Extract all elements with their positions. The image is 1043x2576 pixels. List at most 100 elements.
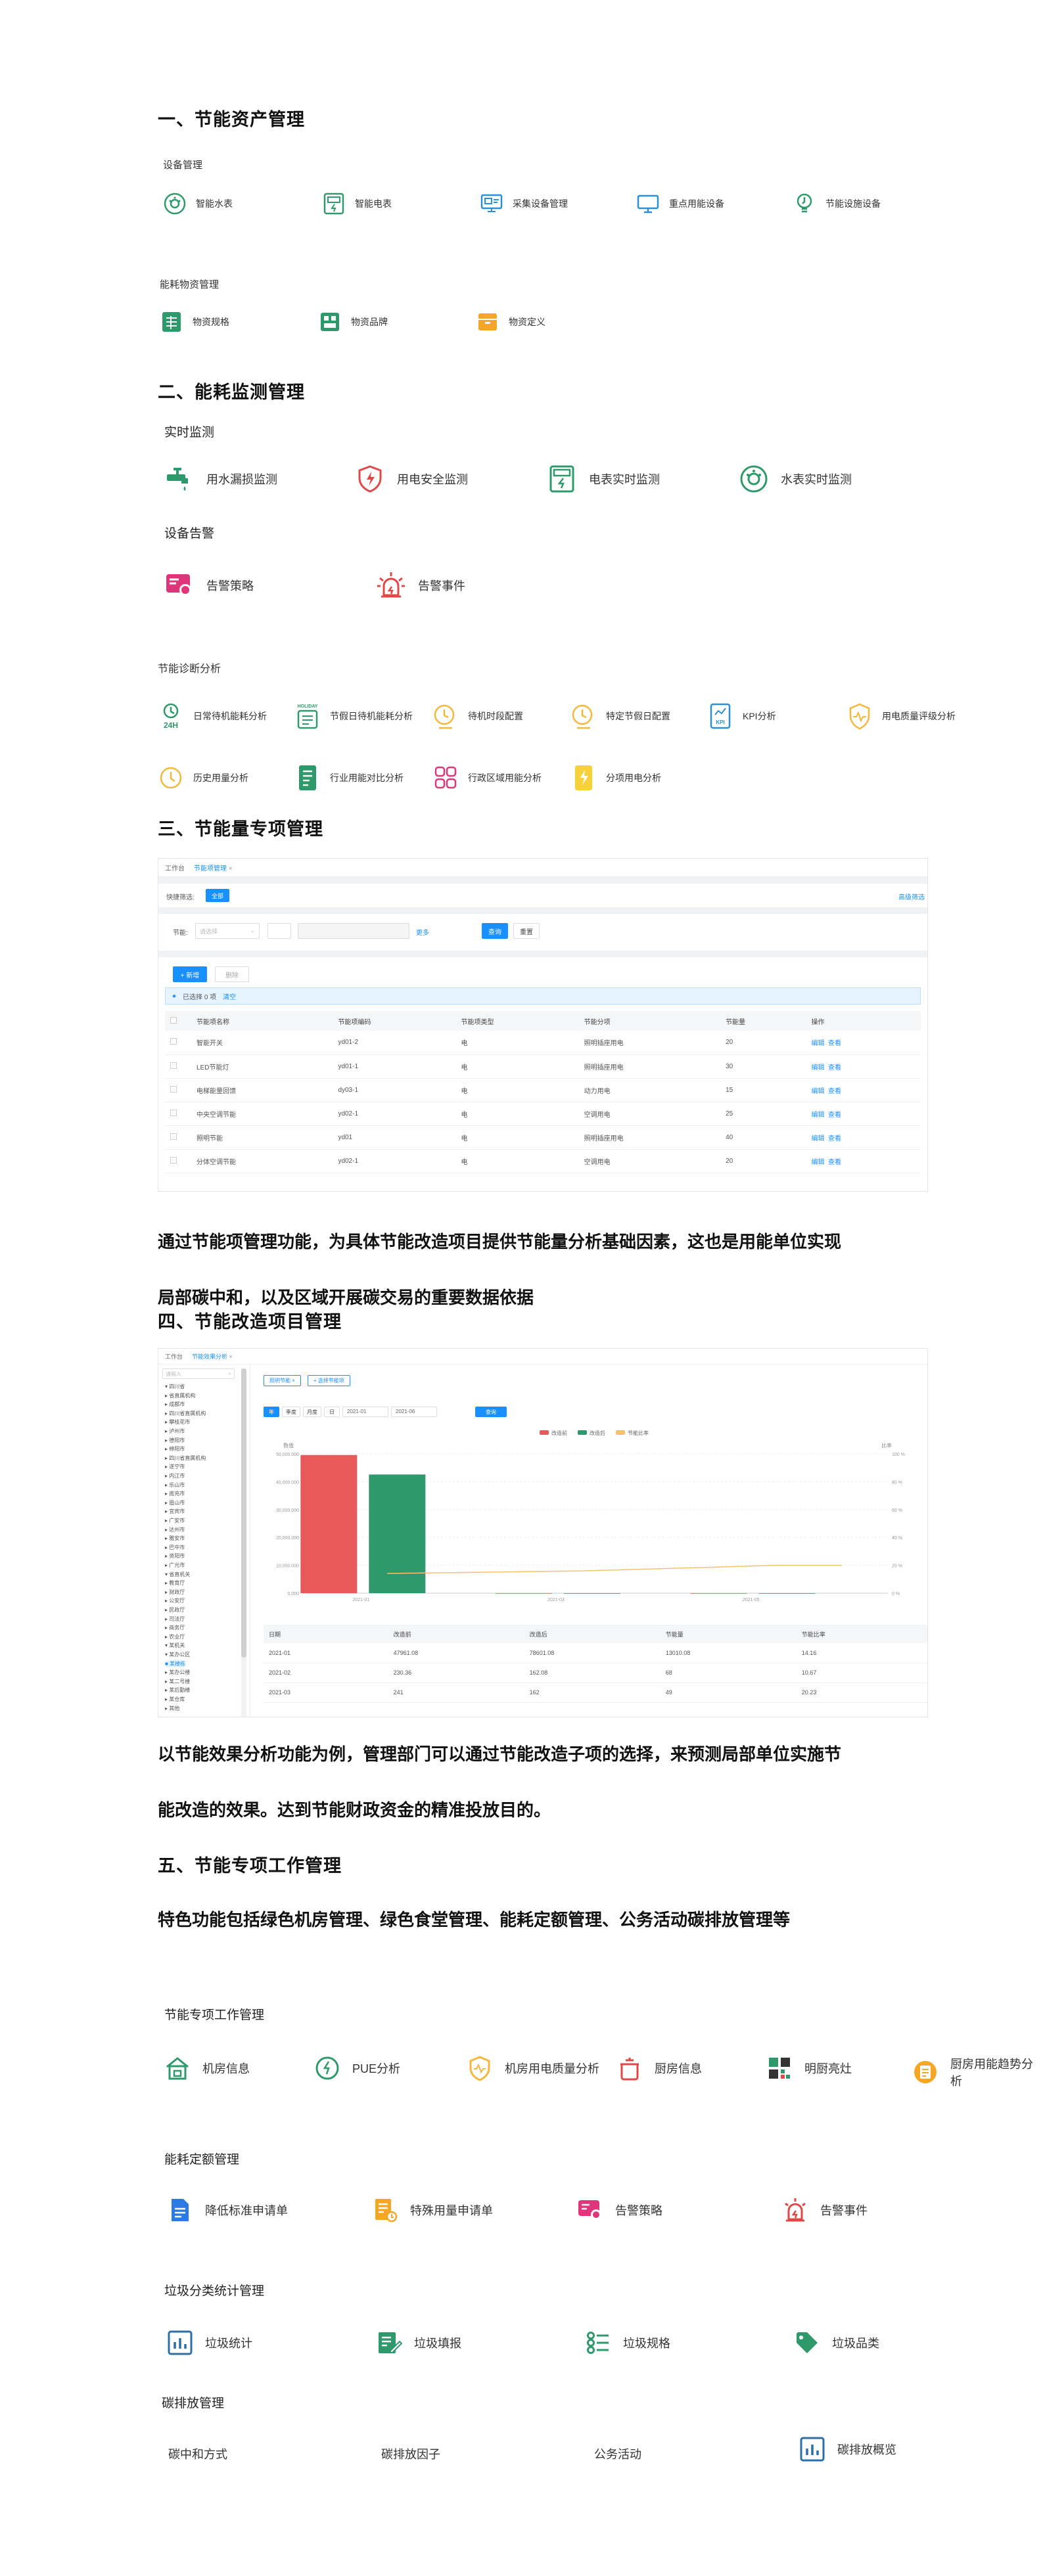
menu-item-standby-period[interactable]: 待机时段配置 [432, 702, 523, 731]
menu-item-kitchen-trend[interactable]: 厨房用能趋势分析 [912, 2055, 1043, 2089]
tree-node[interactable]: ▸ 眉山市 [165, 1499, 185, 1506]
more-link[interactable]: 更多 [416, 927, 429, 937]
menu-item-garbage-report[interactable]: 垃圾填报 [376, 2330, 461, 2356]
row-checkbox[interactable] [165, 1078, 191, 1102]
tree-node[interactable]: ▸ 省直属机构 [165, 1392, 195, 1399]
close-icon[interactable]: × [229, 1353, 233, 1360]
tree-node[interactable]: ▸ 雅安市 [165, 1535, 185, 1542]
tree-node[interactable]: ▾ 四川省 [165, 1383, 185, 1390]
tree-node[interactable]: ▸ 四川省直属机构 [165, 1410, 206, 1417]
view-link[interactable]: 查看 [828, 1159, 841, 1166]
menu-item-kpi[interactable]: KPI KPI分析 [707, 702, 776, 731]
edit-link[interactable]: 编辑 [811, 1159, 824, 1166]
row-checkbox[interactable] [165, 1054, 191, 1079]
tree-node[interactable]: ▸ 资阳市 [165, 1552, 185, 1560]
menu-item-region-usage[interactable]: 行政区域用能分析 [432, 763, 542, 792]
checkbox-header[interactable] [165, 1011, 191, 1031]
tree-node[interactable]: ▸ 南充市 [165, 1490, 185, 1497]
tree-node[interactable]: ▸ 巴中市 [165, 1544, 185, 1551]
menu-item-lower-standard[interactable]: 降低标准申请单 [167, 2197, 288, 2223]
edit-link[interactable]: 编辑 [811, 1088, 824, 1095]
tree-node[interactable]: ▸ 农业厅 [165, 1633, 185, 1640]
advanced-filter-link[interactable]: 高级筛选 [898, 892, 925, 901]
tree-node[interactable]: ▸ 四川省直属机构 [165, 1455, 206, 1462]
tree-node[interactable]: ▸ 成都市 [165, 1401, 185, 1408]
view-link[interactable]: 查看 [828, 1040, 841, 1047]
tree-node[interactable]: ▸ 内江市 [165, 1472, 185, 1480]
menu-item-material-brand[interactable]: 物资品牌 [318, 310, 388, 334]
menu-item-pue[interactable]: PUE分析 [314, 2055, 400, 2081]
tab-saving-items[interactable]: 节能项管理 × [194, 863, 233, 872]
menu-item-key-equipment[interactable]: 重点用能设备 [636, 192, 724, 215]
menu-item-holiday-standby[interactable]: HOLIDAY 节假日待机能耗分析 [294, 702, 413, 731]
menu-item-room-power-quality[interactable]: 机房用电质量分析 [467, 2055, 599, 2081]
menu-item-alarm-event[interactable]: 告警事件 [376, 570, 465, 600]
edit-link[interactable]: 编辑 [811, 1135, 824, 1142]
tree-node[interactable]: ▾ 某办公区 [165, 1651, 190, 1658]
query-button[interactable]: 查询 [482, 923, 508, 939]
row-checkbox[interactable] [165, 1031, 191, 1055]
menu-item-garbage-spec[interactable]: 垃圾规格 [585, 2330, 670, 2356]
reset-button[interactable]: 重置 [513, 923, 540, 939]
menu-item-alarm-strategy-2[interactable]: 告警策略 [577, 2197, 662, 2223]
menu-item-subitem-electric[interactable]: 分项用电分析 [570, 763, 661, 792]
row-checkbox[interactable] [165, 1102, 191, 1126]
row-checkbox[interactable] [165, 1149, 191, 1173]
menu-item-server-room[interactable]: 机房信息 [164, 2055, 250, 2081]
tree-node[interactable]: ▸ 遂宁市 [165, 1463, 185, 1470]
table-row[interactable]: 照明节能 yd01 电照明插座用电 40 编辑 查看 [165, 1125, 921, 1150]
menu-item-electric-safety[interactable]: 用电安全监测 [355, 464, 468, 494]
menu-item-meter-realtime[interactable]: 电表实时监测 [547, 464, 660, 494]
menu-item-kitchen[interactable]: 厨房信息 [616, 2055, 702, 2081]
menu-item-collector[interactable]: 采集设备管理 [480, 192, 568, 215]
period-tab-month[interactable]: 月度 [303, 1407, 321, 1417]
menu-item-history-usage[interactable]: 历史用量分析 [158, 763, 248, 792]
tree-node[interactable]: ▸ 德阳市 [165, 1437, 185, 1444]
edit-link[interactable]: 编辑 [811, 1112, 824, 1119]
tree-node[interactable]: ▸ 其他 [165, 1705, 179, 1712]
filter-all-button[interactable]: 全部 [206, 889, 229, 902]
close-icon[interactable]: × [229, 865, 233, 872]
delete-button[interactable]: 删除 [215, 966, 249, 982]
tree-node[interactable]: ▸ 广安市 [165, 1517, 185, 1524]
menu-item-electric-meter[interactable]: 智能电表 [322, 192, 392, 215]
tab-workbench[interactable]: 工作台 [165, 1352, 183, 1361]
menu-item-daily-standby[interactable]: 24H 日常待机能耗分析 [158, 702, 267, 731]
period-tab-year[interactable]: 年 [264, 1407, 279, 1417]
menu-item-water-leak[interactable]: 用水漏损监测 [164, 464, 277, 494]
tree-node[interactable]: ▾ 省直机关 [165, 1571, 190, 1578]
menu-item-garbage-stats[interactable]: 垃圾统计 [167, 2330, 252, 2356]
scrollbar[interactable] [241, 1368, 246, 1717]
filter-select[interactable]: 请选择 ⌄ [195, 923, 260, 939]
table-row[interactable]: 中央空调节能 yd02-1 电空调用电 25 编辑 查看 [165, 1102, 921, 1126]
period-tab-quarter[interactable]: 季度 [282, 1407, 300, 1417]
period-tab-day[interactable]: 日 [324, 1407, 340, 1417]
menu-item-carbon-overview[interactable]: 碳排放概览 [799, 2436, 896, 2462]
query-button[interactable]: 查询 [475, 1407, 507, 1417]
edit-link[interactable]: 编辑 [811, 1064, 824, 1072]
add-item-button[interactable]: + 选择节能项 [307, 1375, 350, 1386]
end-date-input[interactable]: 2021-06 [391, 1407, 437, 1417]
start-date-input[interactable]: 2021-01 [342, 1407, 388, 1417]
menu-item-alarm-strategy[interactable]: 告警策略 [164, 570, 254, 600]
edit-link[interactable]: 编辑 [811, 1040, 824, 1047]
menu-item-carbon-factor[interactable]: 碳排放因子 [381, 2445, 440, 2462]
menu-item-industry-compare[interactable]: 行业用能对比分析 [294, 763, 404, 792]
tree-node[interactable]: ▸ 攀枝花市 [165, 1418, 190, 1426]
tree-node[interactable]: ▾ 某机关 [165, 1642, 185, 1649]
menu-item-alarm-event-2[interactable]: 告警事件 [782, 2197, 868, 2223]
menu-item-material-def[interactable]: 物资定义 [476, 310, 545, 334]
menu-item-saving-facility[interactable]: 节能设施设备 [793, 192, 881, 215]
tab-effect-analysis[interactable]: 节能效果分析 × [192, 1352, 233, 1361]
tree-node[interactable]: ■ 某楼栋 [165, 1660, 186, 1667]
tree-node[interactable]: ▸ 宜宾市 [165, 1508, 185, 1515]
tree-search-input[interactable]: 请输入 ⌕ [162, 1368, 235, 1379]
table-row[interactable]: LED节能灯 yd01-1 电照明插座用电 30 编辑 查看 [165, 1054, 921, 1079]
row-checkbox[interactable] [165, 1125, 191, 1150]
tab-workbench[interactable]: 工作台 [165, 863, 185, 872]
tree-node[interactable]: ▸ 广元市 [165, 1562, 185, 1569]
operator-input[interactable] [267, 923, 291, 939]
menu-item-official-activity[interactable]: 公务活动 [594, 2445, 641, 2462]
add-button[interactable]: + 新增 [173, 966, 207, 982]
tree-node[interactable]: ▸ 公安厅 [165, 1597, 185, 1604]
